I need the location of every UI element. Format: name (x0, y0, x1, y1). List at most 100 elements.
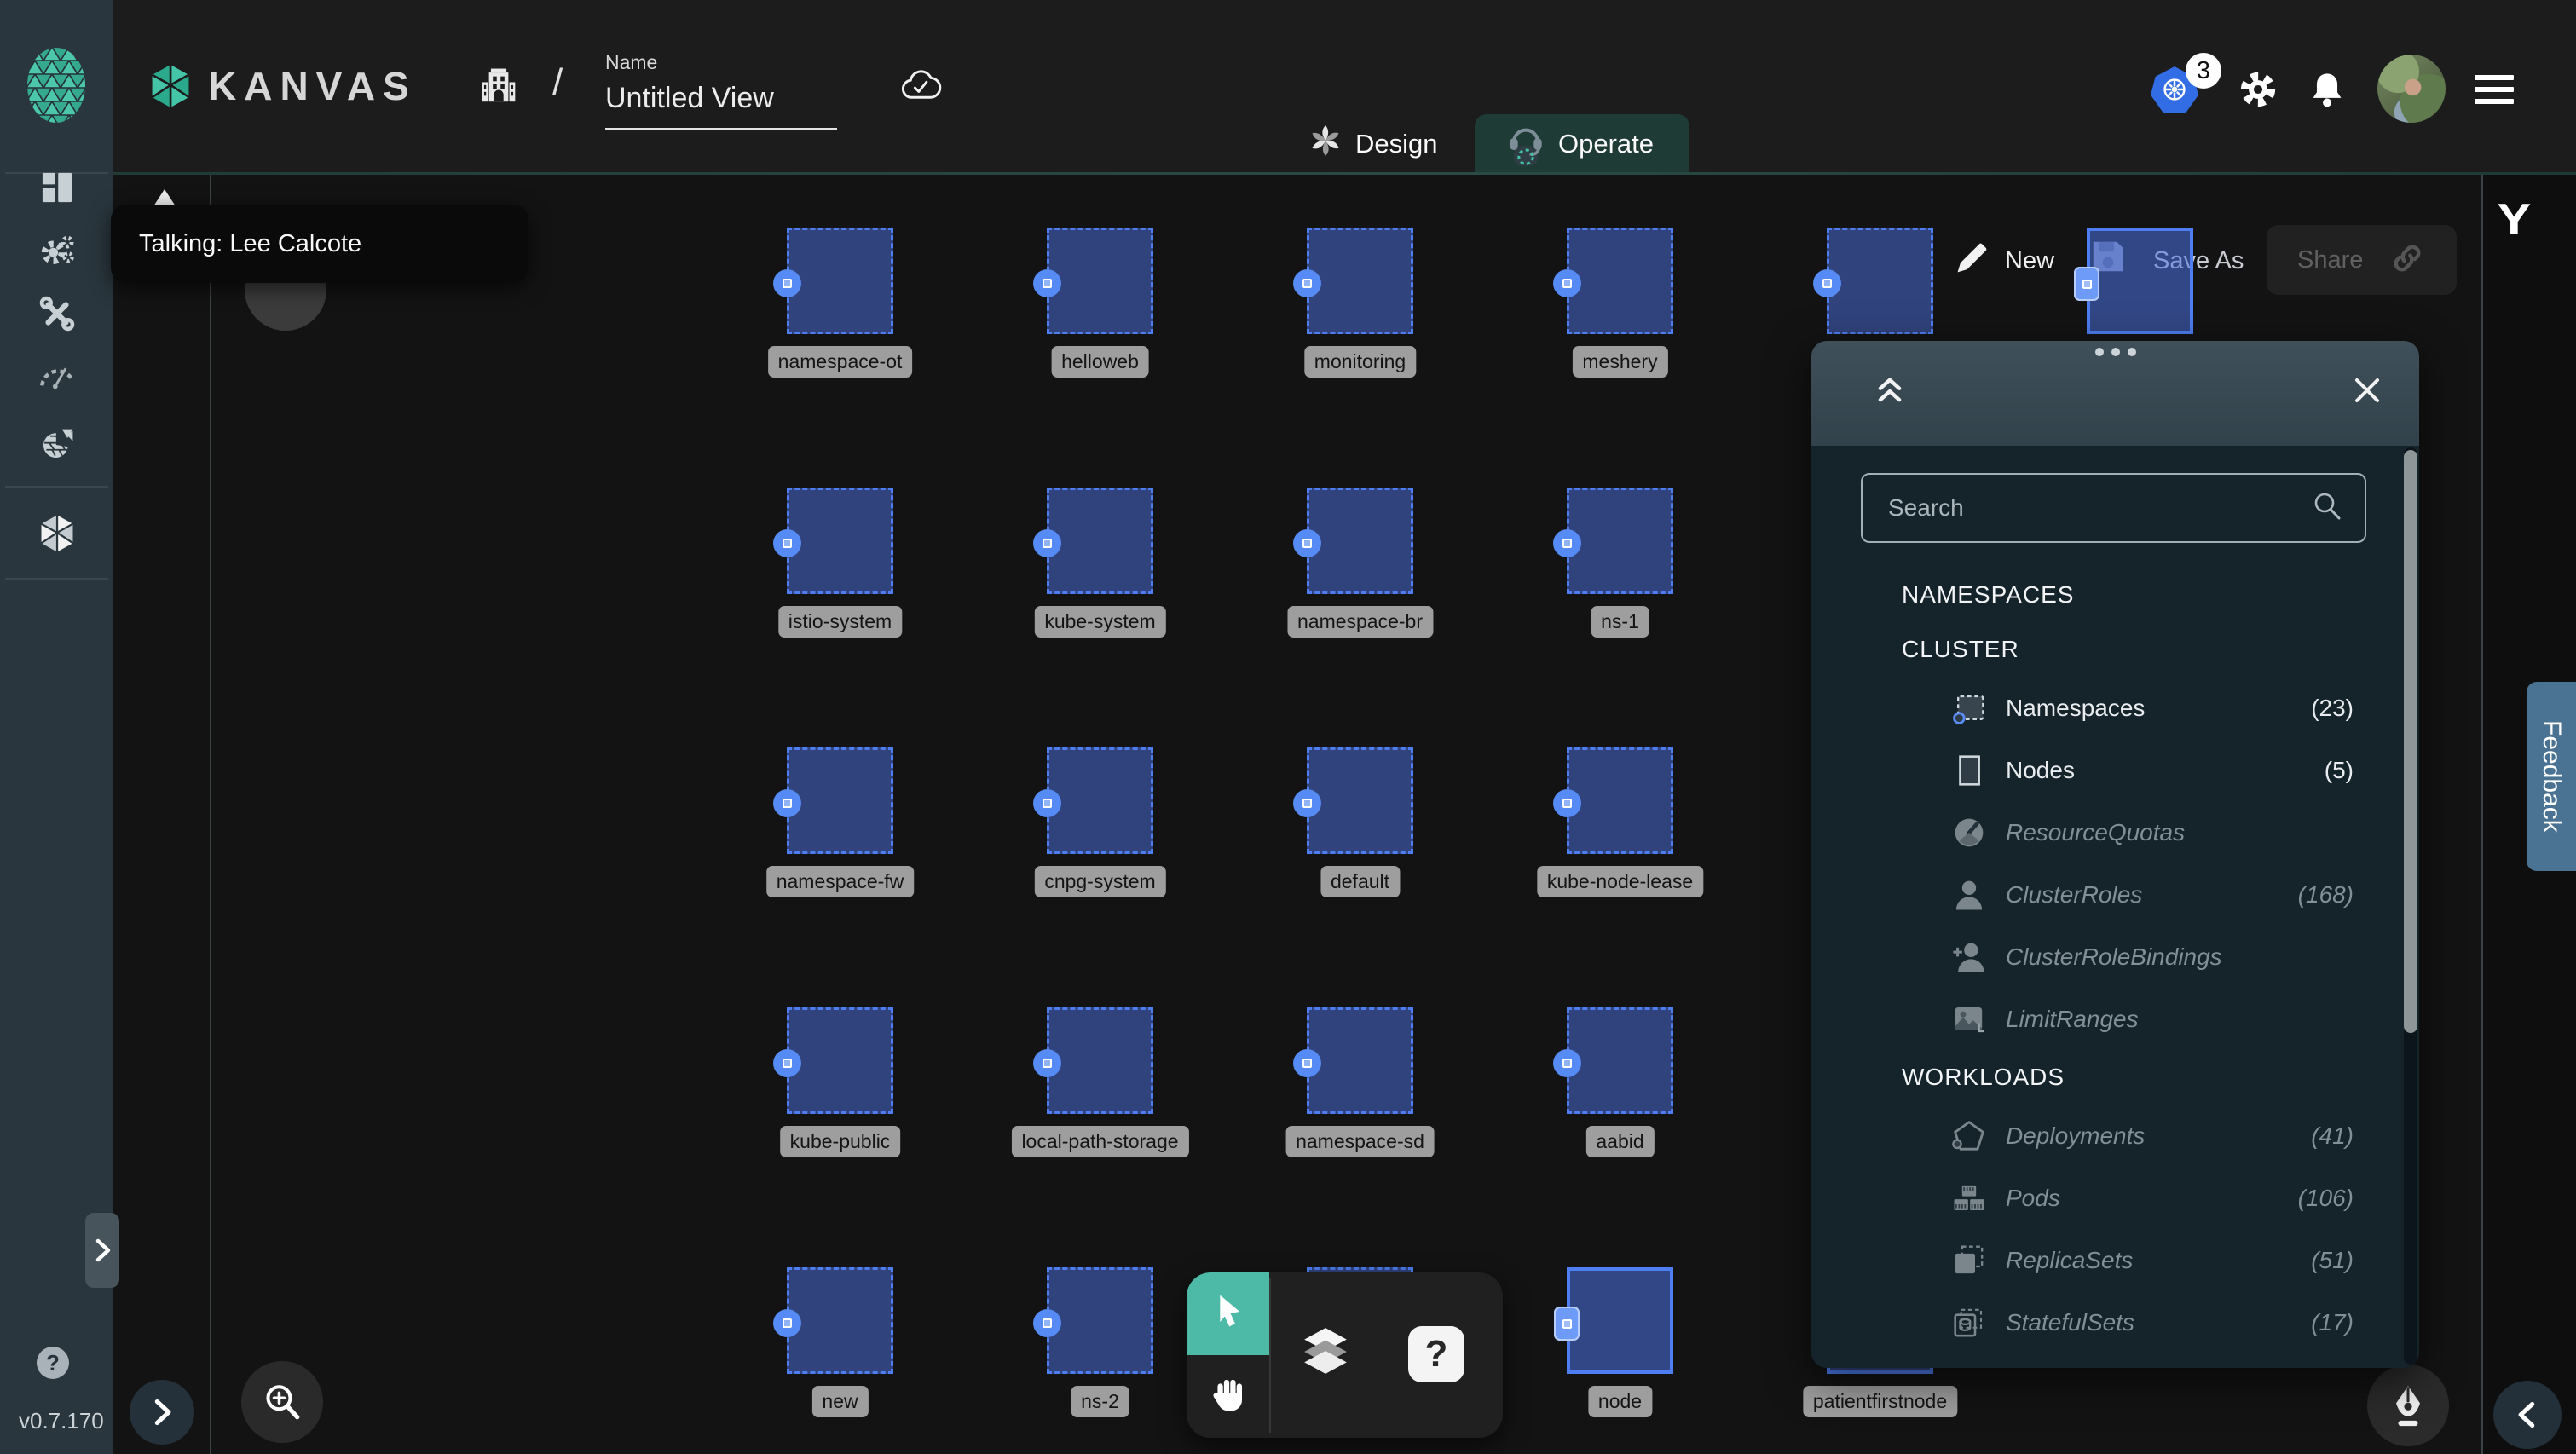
resource-item-clusterrolebindings[interactable]: ClusterRoleBindings (1811, 926, 2374, 988)
notifications-bell-icon[interactable] (2308, 70, 2346, 113)
sidebar-item-kanvas[interactable] (0, 508, 113, 563)
tab-design-label: Design (1355, 129, 1438, 159)
node-kind-bubble[interactable] (773, 1049, 801, 1077)
node-kind-bubble[interactable] (2074, 267, 2099, 301)
panel-close-icon[interactable] (2352, 375, 2383, 410)
tab-design[interactable]: Design (1308, 118, 1438, 170)
settings-gear-icon[interactable] (2238, 70, 2278, 113)
resource-item-resourcequotas[interactable]: ResourceQuotas (1811, 801, 2374, 863)
resource-item-nodes[interactable]: Nodes (5) (1811, 739, 2374, 801)
doc-name-label: Name (605, 51, 658, 73)
feedback-label: Feedback (2538, 720, 2566, 833)
namespace-node-ns-1[interactable] (1553, 488, 1673, 594)
node-kind-bubble[interactable] (773, 789, 801, 817)
share-button[interactable]: Share (2267, 225, 2457, 295)
resource-item-count: (41) (2311, 1122, 2354, 1149)
feedback-tab[interactable]: Feedback (2527, 682, 2576, 871)
panel-section-heading-workloads: WORKLOADS (1902, 1064, 2065, 1090)
pan-tool-button[interactable] (1187, 1355, 1269, 1438)
tab-operate[interactable]: Operate (1475, 114, 1689, 173)
resource-item-namespaces[interactable]: Namespaces (23) (1811, 677, 2374, 739)
node-kind-bubble[interactable] (773, 1309, 801, 1337)
sidebar-item-dashboard[interactable] (0, 162, 113, 216)
node-kind-bubble[interactable] (1554, 1307, 1580, 1341)
namespace-node[interactable] (1813, 228, 1933, 334)
namespace-node-kube-public[interactable] (773, 1007, 893, 1114)
sidebar-expand-handle[interactable] (85, 1213, 119, 1288)
sidebar-item-lifecycle[interactable] (0, 225, 113, 280)
namespace-node-kube-system[interactable] (1033, 488, 1153, 594)
dock-help-button[interactable]: ? (1408, 1326, 1464, 1382)
node-kind-bubble[interactable] (1033, 529, 1061, 557)
namespace-node-helloweb[interactable] (1033, 228, 1153, 334)
namespace-node-default[interactable] (1293, 747, 1413, 854)
namespace-node-namespace-sd[interactable] (1293, 1007, 1413, 1114)
node-label-chip: namespace-sd (1285, 1126, 1435, 1157)
namespace-node-cnpg-system[interactable] (1033, 747, 1153, 854)
resource-item-replicasets[interactable]: ReplicaSets (51) (1811, 1229, 2374, 1291)
namespace-node-aabid[interactable] (1553, 1007, 1673, 1114)
sidebar-item-extensions[interactable] (0, 419, 113, 474)
sidebar-item-performance[interactable] (0, 349, 113, 403)
personplus-icon (1951, 939, 1987, 975)
node-kind-bubble[interactable] (1293, 1049, 1321, 1077)
resource-item-pods[interactable]: Pods (106) (1811, 1167, 2374, 1229)
select-tool-button[interactable] (1187, 1272, 1269, 1355)
resource-item-clusterroles[interactable]: ClusterRoles (168) (1811, 863, 2374, 926)
resource-item-limitranges[interactable]: LimitRanges (1811, 988, 2374, 1050)
node-kind-bubble[interactable] (1813, 269, 1841, 297)
node-kind-bubble[interactable] (1033, 1309, 1061, 1337)
node-kind-bubble[interactable] (1553, 269, 1581, 297)
layers-icon[interactable] (1299, 1325, 1352, 1381)
hamburger-menu-icon[interactable] (2475, 73, 2514, 110)
node-kind-bubble[interactable] (1033, 789, 1061, 817)
node-kind-bubble[interactable] (1293, 529, 1321, 557)
node-kind-bubble[interactable] (773, 529, 801, 557)
namespace-node-namespace-br[interactable] (1293, 488, 1413, 594)
help-button[interactable]: ? (37, 1347, 69, 1379)
namespace-node-new[interactable] (773, 1267, 893, 1374)
namespace-node-local-path-storage[interactable] (1033, 1007, 1153, 1114)
node-kind-bubble[interactable] (1293, 789, 1321, 817)
doc-name-input[interactable] (605, 82, 835, 115)
user-avatar[interactable] (2377, 55, 2446, 123)
namespace-node-namespace-ot[interactable] (773, 228, 893, 334)
node-label-chip: namespace-br (1286, 606, 1434, 638)
statefulset-icon (1951, 1305, 1987, 1341)
panel-expand-icon[interactable] (1873, 373, 1907, 412)
resource-item-label: Nodes (2006, 756, 2075, 783)
resource-item-deployments[interactable]: Deployments (41) (1811, 1105, 2374, 1167)
panel-scrollbar-thumb[interactable] (2404, 450, 2417, 1033)
search-icon[interactable] (2310, 489, 2344, 528)
node-kind-bubble[interactable] (1553, 529, 1581, 557)
namespace-node-meshery[interactable] (1553, 228, 1673, 334)
resource-item-statefulsets[interactable]: StatefulSets (17) (1811, 1291, 2374, 1353)
node-kind-bubble[interactable] (1553, 1049, 1581, 1077)
namespace-node-istio-system[interactable] (773, 488, 893, 594)
zoom-in-button[interactable] (241, 1361, 323, 1443)
new-button[interactable]: New (2005, 247, 2054, 275)
pen-tool-button[interactable] (2367, 1365, 2449, 1446)
search-input[interactable] (1888, 494, 2310, 522)
node-kind-bubble[interactable] (773, 269, 801, 297)
collapse-right-button[interactable] (2493, 1381, 2562, 1449)
node-label-chip: cnpg-system (1034, 866, 1166, 897)
panel-resource-list: NAMESPACES CLUSTER Namespaces (23) Nodes (5) R… (1811, 568, 2374, 1353)
namespace-node-namespace-fw[interactable] (773, 747, 893, 854)
panel-drag-handle[interactable] (2094, 348, 2136, 356)
namespace-node-node[interactable] (1554, 1267, 1673, 1374)
sidebar-item-toolbox[interactable] (0, 288, 113, 343)
new-button-icon[interactable] (1952, 240, 1990, 282)
namespace-node[interactable] (2074, 228, 2193, 334)
node-kind-bubble[interactable] (1033, 1049, 1061, 1077)
namespace-node-ns-2[interactable] (1033, 1267, 1153, 1374)
organization-icon[interactable] (477, 65, 520, 112)
bottom-nav-next-button[interactable] (130, 1380, 194, 1445)
node-kind-bubble[interactable] (1293, 269, 1321, 297)
panel-header (1811, 341, 2419, 446)
namespace-node-monitoring[interactable] (1293, 228, 1413, 334)
layer5-logo[interactable] (26, 47, 86, 128)
node-kind-bubble[interactable] (1553, 789, 1581, 817)
namespace-node-kube-node-lease[interactable] (1553, 747, 1673, 854)
node-kind-bubble[interactable] (1033, 269, 1061, 297)
